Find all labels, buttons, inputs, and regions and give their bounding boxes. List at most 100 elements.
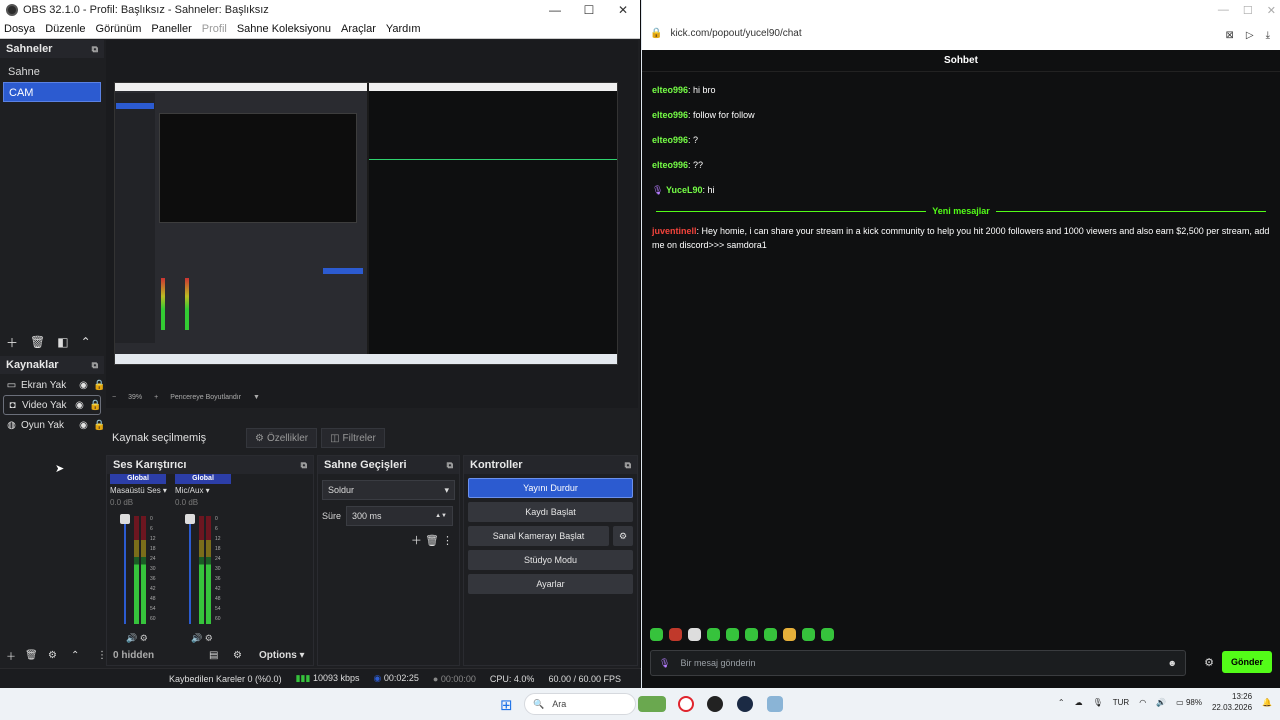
scene-item-sahne[interactable]: Sahne <box>0 62 104 82</box>
filter-scene-icon[interactable]: ◧ <box>57 335 68 349</box>
volume-slider-handle[interactable] <box>185 514 195 524</box>
opera-icon[interactable] <box>678 696 694 712</box>
menu-view[interactable]: Görünüm <box>96 23 142 35</box>
eye-icon[interactable]: ◉ <box>74 400 85 411</box>
more-icon[interactable]: ⋮ <box>97 650 107 661</box>
menu-tools[interactable]: Araçlar <box>341 23 376 35</box>
chevron-down-icon[interactable]: ▼ <box>253 394 260 401</box>
advanced-audio-icon[interactable]: ⚙ <box>233 650 242 661</box>
source-item-display[interactable]: ▭ Ekran Yak ◉ 🔒 <box>0 375 106 395</box>
address-bar[interactable]: 🔒 kick.com/popout/yucel90/chat <box>650 28 802 39</box>
undock-icon[interactable]: ⧉ <box>301 460 307 471</box>
fit-window-button[interactable]: Pencereye Boyutlandır <box>170 394 241 401</box>
emoji-icon[interactable]: ☻ <box>1168 658 1177 668</box>
emote-icon[interactable] <box>707 628 720 641</box>
language-indicator[interactable]: TUR <box>1113 698 1129 707</box>
transition-select[interactable]: Soldur ▾ <box>322 480 455 500</box>
emote-icon[interactable] <box>802 628 815 641</box>
start-virtual-camera-button[interactable]: Sanal Kamerayı Başlat <box>468 526 609 546</box>
chat-username[interactable]: juventinell <box>652 226 697 236</box>
chat-username[interactable]: elteo996 <box>652 135 688 145</box>
microphone-icon[interactable]: 🎙 <box>1093 698 1103 707</box>
maximize-button[interactable]: ☐ <box>1243 4 1253 17</box>
undock-icon[interactable]: ⧉ <box>92 44 98 55</box>
chat-username[interactable]: elteo996 <box>652 85 688 95</box>
notification-icon[interactable]: 🔔 <box>1262 698 1272 707</box>
lock-icon[interactable]: 🔒 <box>93 380 105 391</box>
close-button[interactable]: ✕ <box>606 3 640 17</box>
undock-icon[interactable]: ⧉ <box>92 360 98 371</box>
chat-username[interactable]: elteo996 <box>652 110 688 120</box>
filters-button[interactable]: ◫ Filtreler <box>321 428 385 448</box>
emote-icon[interactable] <box>650 628 663 641</box>
download-icon[interactable]: ⤓ <box>1266 30 1270 41</box>
send-button[interactable]: Gönder <box>1222 651 1272 673</box>
preview-area[interactable]: − 39% + Pencereye Boyutlandır ▼ <box>106 40 638 408</box>
speaker-icon[interactable]: 🔊 ⚙ <box>126 633 148 644</box>
source-properties-icon[interactable]: ⚙ <box>48 650 57 661</box>
maximize-button[interactable]: ☐ <box>572 3 606 17</box>
add-transition-icon[interactable]: ＋ <box>411 535 422 547</box>
chat-input[interactable]: 🎙 Bir mesaj gönderin ☻ <box>650 650 1186 676</box>
steam-icon[interactable] <box>737 696 753 712</box>
move-up-icon[interactable]: ⌃ <box>81 335 91 349</box>
emote-icon[interactable] <box>821 628 834 641</box>
duration-spinbox[interactable]: 300 ms ▲▼ <box>346 506 453 526</box>
menu-help[interactable]: Yardım <box>386 23 421 35</box>
start-button-icon[interactable]: ⊞ <box>500 696 513 714</box>
emote-icon[interactable] <box>669 628 682 641</box>
menu-edit[interactable]: Düzenle <box>45 23 85 35</box>
eye-icon[interactable]: ◉ <box>78 380 89 391</box>
add-scene-icon[interactable]: ＋ <box>6 334 18 351</box>
remove-source-icon[interactable]: 🗑 <box>25 650 38 661</box>
emote-icon[interactable] <box>726 628 739 641</box>
more-icon[interactable]: ⋮ <box>442 535 453 547</box>
source-item-video[interactable]: ◘ Video Yak ◉ 🔒 <box>3 395 101 415</box>
channel-name[interactable]: Masaüstü Ses ▾ <box>110 486 167 495</box>
volume-slider-handle[interactable] <box>120 514 130 524</box>
channel-name[interactable]: Mic/Aux ▾ <box>175 486 231 495</box>
source-item-game[interactable]: ◍ Oyun Yak ◉ 🔒 <box>0 415 105 435</box>
volume-icon[interactable]: 🔊 <box>1156 698 1166 707</box>
undock-icon[interactable]: ⧉ <box>625 460 631 471</box>
mixer-layout-icon[interactable]: ▤ <box>209 650 218 661</box>
properties-button[interactable]: ⚙ Özellikler <box>246 428 318 448</box>
chat-username[interactable]: elteo996 <box>652 160 688 170</box>
obs-taskbar-icon[interactable] <box>707 696 723 712</box>
block-icon[interactable]: ⊠ <box>1225 30 1233 41</box>
start-recording-button[interactable]: Kaydı Başlat <box>468 502 633 522</box>
chat-username[interactable]: YuceL90 <box>666 185 703 195</box>
undock-icon[interactable]: ⧉ <box>447 460 453 471</box>
battery-indicator[interactable]: ▭ 98% <box>1176 698 1202 707</box>
remove-scene-icon[interactable]: 🗑 <box>30 335 45 349</box>
menu-profile[interactable]: Profil <box>202 23 227 35</box>
scene-item-cam[interactable]: CAM <box>3 82 101 102</box>
spin-arrows-icon[interactable]: ▲▼ <box>435 513 447 519</box>
volume-slider[interactable] <box>124 516 126 624</box>
taskbar-search[interactable]: 🔍 Ara <box>524 693 636 715</box>
emote-icon[interactable] <box>783 628 796 641</box>
zoom-in-icon[interactable]: + <box>154 394 158 401</box>
move-source-up-icon[interactable]: ⌃ <box>71 650 79 661</box>
minimize-button[interactable]: — <box>538 3 572 17</box>
wifi-icon[interactable]: ◠ <box>1139 698 1146 707</box>
close-button[interactable]: ✕ <box>1267 4 1276 17</box>
lock-icon[interactable]: 🔒 <box>93 420 105 431</box>
virtual-camera-settings-icon[interactable]: ⚙ <box>613 526 633 546</box>
zoom-out-icon[interactable]: − <box>112 394 116 401</box>
site-info-icon[interactable]: 🔒 <box>650 28 662 39</box>
eye-icon[interactable]: ◉ <box>78 420 89 431</box>
settings-button[interactable]: Ayarlar <box>468 574 633 594</box>
emote-icon[interactable] <box>688 628 701 641</box>
app-icon[interactable] <box>767 696 783 712</box>
stop-streaming-button[interactable]: Yayını Durdur <box>468 478 633 498</box>
volume-slider[interactable] <box>189 516 191 624</box>
speaker-icon[interactable]: 🔊 ⚙ <box>191 633 213 644</box>
chat-settings-icon[interactable]: ⚙ <box>1204 656 1214 669</box>
remove-transition-icon[interactable]: 🗑 <box>425 535 439 547</box>
emote-icon[interactable] <box>745 628 758 641</box>
options-button[interactable]: Options ▾ <box>259 650 305 661</box>
clock[interactable]: 13:26 22.03.2026 <box>1212 691 1252 713</box>
widgets-icon[interactable] <box>638 696 666 712</box>
menu-docks[interactable]: Paneller <box>151 23 191 35</box>
